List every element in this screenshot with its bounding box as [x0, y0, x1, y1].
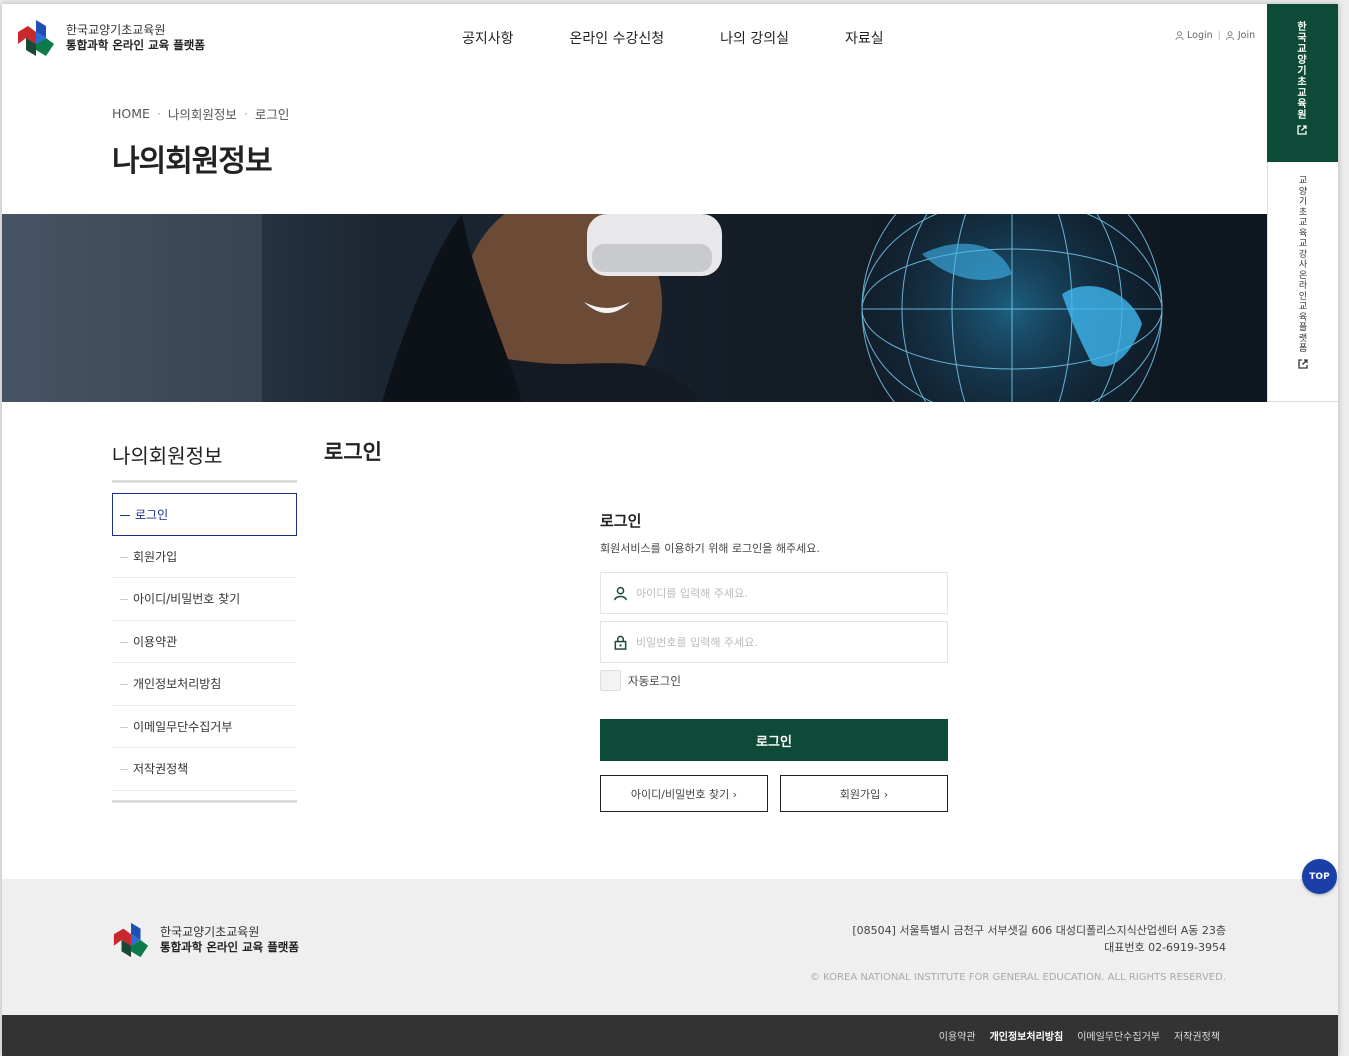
side-tab-platform-label: 교양기초교육교강사온라인교육플랫폼	[1298, 176, 1308, 354]
external-link-icon	[1298, 358, 1308, 369]
footer-links-bar: 이용약관 개인정보처리방침 이메일무단수집거부 저작권정책	[2, 1015, 1338, 1056]
login-submit-button[interactable]: 로그인	[600, 719, 948, 761]
password-field	[600, 621, 948, 663]
footer-address-block: [08504] 서울특별시 금천구 서부샛길 606 대성디폴리스지식산업센터 …	[852, 922, 1226, 956]
footer-logo-title: 한국교양기초교육원	[160, 925, 260, 939]
user-plus-icon	[1225, 31, 1234, 40]
hero-banner-image	[2, 214, 1267, 402]
side-menu-copyright[interactable]: 저작권정책	[112, 748, 297, 791]
footer-logo[interactable]: 한국교양기초교육원 통합과학 온라인 교육 플랫폼	[112, 921, 299, 959]
login-form: 로그인 회원서비스를 이용하기 위해 로그인을 해주세요. 자동로그인 로그인 …	[600, 510, 948, 812]
lnb-divider	[112, 480, 297, 483]
content-title: 로그인	[324, 440, 382, 464]
side-menu-email-refusal[interactable]: 이메일무단수집거부	[112, 706, 297, 748]
breadcrumb: HOME · 나의회원정보 · 로그인	[112, 104, 289, 123]
breadcrumb-current: 로그인	[254, 107, 290, 122]
login-heading: 로그인	[600, 512, 642, 530]
side-menu-join[interactable]: 회원가입	[112, 536, 297, 578]
join-link[interactable]: Join	[1238, 30, 1255, 41]
side-menu-privacy[interactable]: 개인정보처리방침	[112, 663, 297, 706]
lock-icon	[614, 635, 627, 650]
site-logo[interactable]: 한국교양기초교육원 통합과학 온라인 교육 플랫폼	[16, 18, 205, 58]
footer-link-privacy[interactable]: 개인정보처리방침	[990, 1028, 1064, 1043]
auto-login-checkbox[interactable]	[600, 670, 621, 691]
side-tab-instructor-platform[interactable]: 교양기초교육교강사온라인교육플랫폼	[1267, 162, 1338, 402]
main-nav: 공지사항 온라인 수강신청 나의 강의실 자료실	[462, 28, 940, 48]
side-menu: 로그인 회원가입 아이디/비밀번호 찾기 이용약관 개인정보처리방침 이메일무단…	[112, 493, 297, 791]
nav-archive[interactable]: 자료실	[845, 28, 884, 48]
id-input[interactable]	[636, 586, 916, 600]
page-frame: 한국교양기초교육원 통합과학 온라인 교육 플랫폼 공지사항 온라인 수강신청 …	[2, 4, 1338, 1056]
auto-login-label[interactable]: 자동로그인	[628, 673, 681, 689]
join-button[interactable]: 회원가입 ›	[780, 775, 948, 812]
password-input[interactable]	[636, 635, 916, 649]
breadcrumb-separator: ·	[156, 106, 161, 121]
footer-copyright: © KOREA NATIONAL INSTITUTE FOR GENERAL E…	[810, 972, 1226, 983]
util-links: Login | Join	[1175, 30, 1255, 41]
side-menu-login[interactable]: 로그인	[112, 493, 297, 536]
user-icon	[1175, 31, 1184, 40]
logo-title: 한국교양기초교육원	[66, 23, 166, 37]
auto-login: 자동로그인	[600, 670, 948, 691]
side-menu-terms[interactable]: 이용약관	[112, 621, 297, 663]
breadcrumb-home[interactable]: HOME	[112, 106, 150, 121]
side-menu-find-account[interactable]: 아이디/비밀번호 찾기	[112, 578, 297, 621]
util-divider: |	[1217, 30, 1221, 41]
id-field	[600, 572, 948, 614]
external-link-icon	[1297, 125, 1307, 135]
login-description: 회원서비스를 이용하기 위해 로그인을 해주세요.	[600, 542, 820, 555]
login-link[interactable]: Login	[1187, 30, 1213, 41]
logo-subtitle: 통합과학 온라인 교육 플랫폼	[66, 38, 205, 52]
nav-notice[interactable]: 공지사항	[462, 28, 514, 48]
nav-enrollment[interactable]: 온라인 수강신청	[570, 28, 665, 48]
page-title: 나의회원정보	[112, 144, 273, 179]
footer: 한국교양기초교육원 통합과학 온라인 교육 플랫폼 [08504] 서울특별시 …	[2, 879, 1338, 1015]
logo-mark-icon	[16, 18, 56, 58]
footer-link-email-refusal[interactable]: 이메일무단수집거부	[1077, 1028, 1160, 1043]
lnb-bottom-divider	[112, 800, 297, 803]
side-tab-institute-label: 한국교양기초교육원	[1297, 22, 1307, 121]
footer-link-copyright[interactable]: 저작권정책	[1174, 1028, 1220, 1043]
footer-link-terms[interactable]: 이용약관	[939, 1028, 976, 1043]
footer-phone: 대표번호 02-6919-3954	[1104, 941, 1226, 954]
nav-my-classroom[interactable]: 나의 강의실	[720, 28, 789, 48]
breadcrumb-section[interactable]: 나의회원정보	[168, 104, 237, 123]
breadcrumb-separator: ·	[243, 106, 248, 121]
footer-logo-subtitle: 통합과학 온라인 교육 플랫폼	[160, 940, 299, 954]
find-account-button[interactable]: 아이디/비밀번호 찾기 ›	[600, 775, 768, 812]
scroll-top-button[interactable]: TOP	[1302, 859, 1337, 894]
lnb-title: 나의회원정보	[112, 444, 223, 468]
side-tab-institute[interactable]: 한국교양기초교육원	[1267, 4, 1338, 162]
logo-mark-icon	[112, 921, 150, 959]
footer-address: [08504] 서울특별시 금천구 서부샛길 606 대성디폴리스지식산업센터 …	[852, 924, 1226, 937]
user-icon	[614, 586, 627, 600]
